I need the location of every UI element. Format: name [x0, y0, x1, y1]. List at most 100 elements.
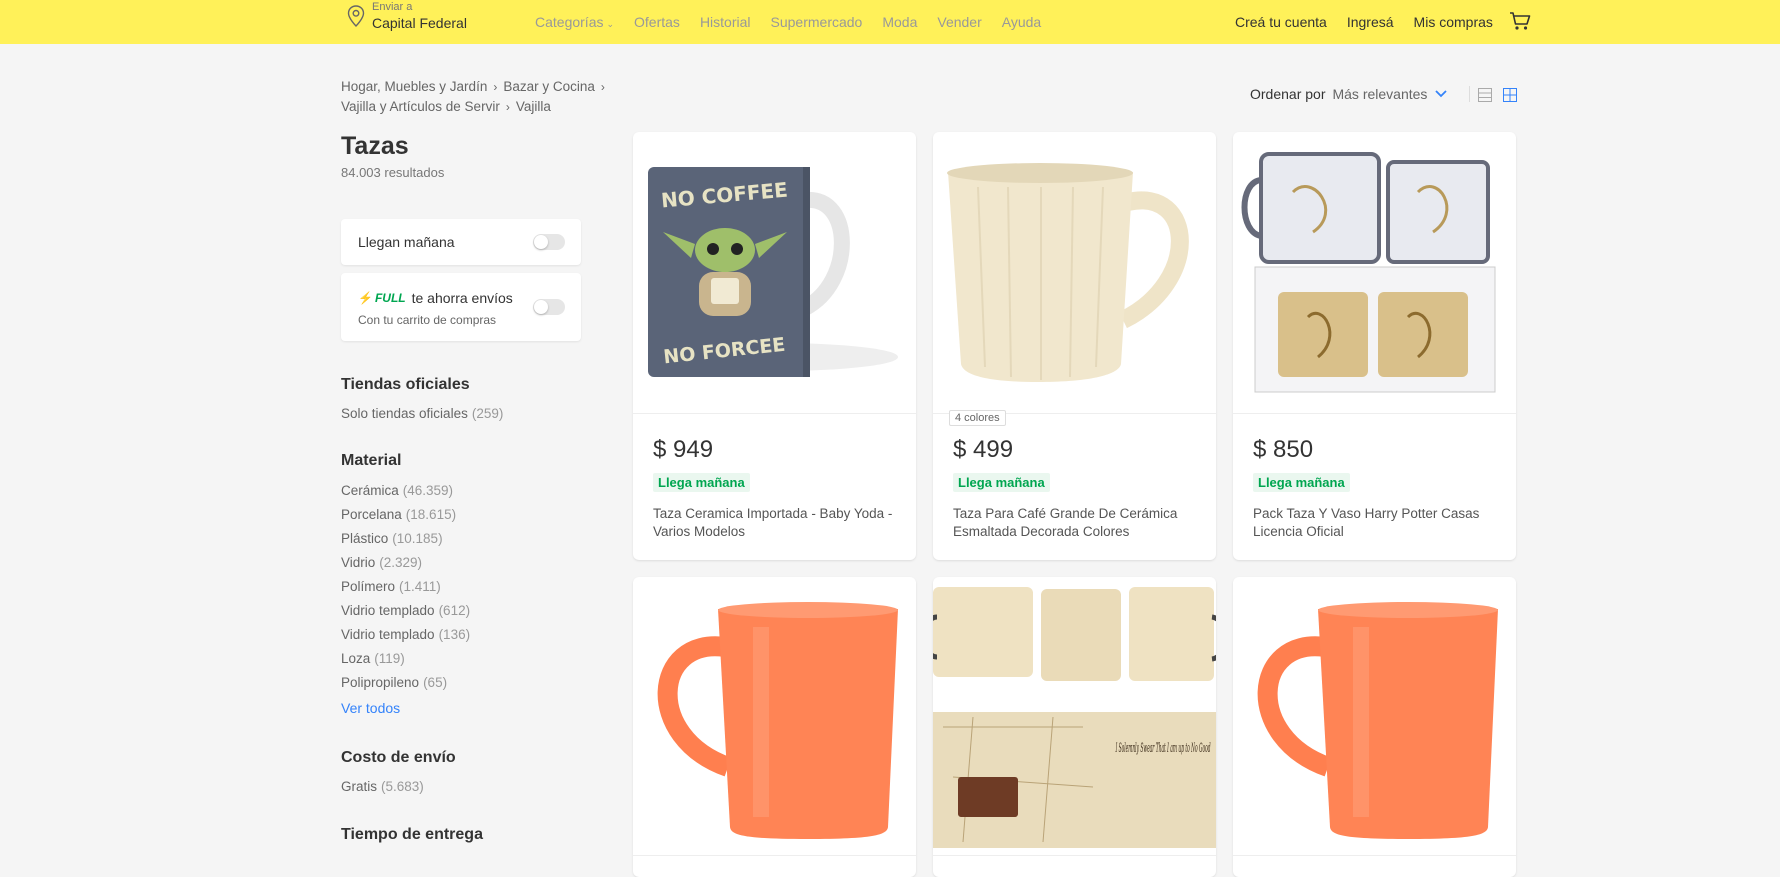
filter-option-count: (136) [438, 627, 471, 642]
filter-option-label: Vidrio [341, 555, 376, 570]
product-card[interactable] [1233, 577, 1516, 877]
chevron-right-icon: › [600, 80, 605, 94]
filter-option-material[interactable]: Loza (119) [341, 651, 405, 666]
nav-help[interactable]: Ayuda [1002, 14, 1041, 30]
chevron-down-icon [1435, 90, 1448, 98]
nav-supermarket[interactable]: Supermercado [771, 14, 863, 30]
nav-categories-label: Categorías [535, 14, 604, 30]
filter-option-material[interactable]: Vidrio templado (136) [341, 627, 470, 642]
filter-heading-official: Tiendas oficiales [341, 376, 470, 393]
filter-option-label: Polímero [341, 579, 396, 594]
filter-option-label: Polipropileno [341, 675, 420, 690]
filter-option-count: (18.615) [405, 507, 457, 522]
cart-icon[interactable] [1509, 11, 1531, 31]
full-badge: FULL [374, 291, 406, 305]
product-image[interactable]: 4 colores [933, 132, 1216, 426]
grid-view-icon[interactable] [1503, 88, 1517, 102]
chevron-down-icon: ⌄ [606, 19, 615, 29]
filter-option-count: (10.185) [392, 531, 443, 546]
product-title[interactable]: Taza Para Café Grande De Cerámica Esmalt… [953, 505, 1198, 541]
filter-option-label: Solo tiendas oficiales [341, 406, 468, 421]
arrives-tomorrow-toggle[interactable] [533, 234, 565, 250]
filter-option-count: (259) [471, 406, 504, 421]
location-value: Capital Federal [372, 15, 467, 31]
delivery-badge: Llega mañana [1253, 473, 1350, 492]
filter-option-material[interactable]: Cerámica (46.359) [341, 483, 453, 498]
product-image[interactable] [1233, 132, 1516, 414]
product-title[interactable]: Taza Ceramica Importada - Baby Yoda - Va… [653, 505, 898, 541]
product-price: $ 949 [653, 436, 714, 463]
product-price: $ 850 [1253, 436, 1314, 463]
delivery-badge: Llega mañana [953, 473, 1050, 492]
orange-mug-image [1257, 602, 1498, 839]
nav-fashion[interactable]: Moda [882, 14, 917, 30]
list-view-icon[interactable] [1478, 88, 1492, 102]
filter-option-count: (119) [374, 651, 405, 666]
main-nav: Categorías ⌄ Ofertas Historial Supermerca… [535, 14, 1041, 30]
filter-option-material[interactable]: Plástico (10.185) [341, 531, 443, 546]
nav-history[interactable]: Historial [700, 14, 751, 30]
filter-option-material[interactable]: Polipropileno (65) [341, 675, 447, 690]
filter-option-label: Gratis [341, 779, 378, 794]
filter-option-material[interactable]: Vidrio (2.329) [341, 555, 422, 570]
divider [1469, 86, 1471, 102]
product-title[interactable]: Pack Taza Y Vaso Harry Potter Casas Lice… [1253, 505, 1498, 541]
product-card[interactable] [633, 577, 916, 877]
colors-tag: 4 colores [949, 410, 1006, 426]
results-count: 84.003 resultados [341, 165, 445, 180]
product-card[interactable]: NO COFFEE NO FORCEE $ 949 Llega mañana T… [633, 132, 916, 560]
filter-option-count: (2.329) [379, 555, 423, 570]
filter-option-count: (46.359) [402, 483, 454, 498]
map-mug-text: I Solemnly Swear That I am up to No Good [1115, 741, 1210, 756]
breadcrumb-item[interactable]: Vajilla y Artículos de Servir [341, 99, 500, 114]
nav-categories[interactable]: Categorías ⌄ [535, 14, 614, 30]
filter-option-material[interactable]: Vidrio templado (612) [341, 603, 470, 618]
sort-control[interactable]: Ordenar por Más relevantes [1250, 86, 1471, 102]
login-link[interactable]: Ingresá [1347, 14, 1394, 30]
breadcrumb: Hogar, Muebles y Jardín › Bazar y Cocina › … [341, 77, 611, 117]
filter-label: Llegan mañana [358, 234, 455, 250]
filter-option-label: Vidrio templado [341, 603, 435, 618]
product-image[interactable]: I Solemnly Swear That I am up to No Good [933, 577, 1216, 856]
product-image[interactable] [1233, 577, 1516, 856]
full-filter-subtitle: Con tu carrito de compras [358, 313, 497, 327]
filter-option-shipping[interactable]: Gratis (5.683) [341, 779, 424, 794]
nav-sell[interactable]: Vender [937, 14, 981, 30]
filter-option-count: (5.683) [381, 779, 424, 794]
chevron-right-icon: › [493, 80, 498, 94]
chevron-right-icon: › [505, 100, 510, 114]
glass-mug-pack-image [1241, 152, 1496, 393]
filter-option-material[interactable]: Polímero (1.411) [341, 579, 441, 594]
filter-option-label: Vidrio templado [341, 627, 435, 642]
sort-value: Más relevantes [1332, 86, 1428, 102]
filter-full-shipping: ⚡ FULL te ahorra envíos Con tu carrito d… [341, 273, 581, 341]
product-card[interactable]: 4 colores $ 499 Llega mañana Taza Para C… [933, 132, 1216, 560]
lightning-icon: ⚡ [358, 291, 373, 305]
orange-mug-image [657, 602, 898, 839]
product-card[interactable]: $ 850 Llega mañana Pack Taza Y Vaso Harr… [1233, 132, 1516, 560]
full-shipping-toggle[interactable] [533, 299, 565, 315]
shipping-location[interactable]: Enviar a Capital Federal [346, 2, 467, 30]
filter-option-count: (1.411) [399, 579, 441, 594]
see-all-link[interactable]: Ver todos [341, 700, 400, 716]
product-card[interactable]: I Solemnly Swear That I am up to No Good [933, 577, 1216, 877]
filter-option-count: (65) [423, 675, 448, 690]
create-account-link[interactable]: Creá tu cuenta [1235, 14, 1327, 30]
breadcrumb-item[interactable]: Hogar, Muebles y Jardín [341, 79, 487, 94]
filter-option-official[interactable]: Solo tiendas oficiales (259) [341, 406, 503, 421]
delivery-badge: Llega mañana [653, 473, 750, 492]
marauders-map-mug-image: I Solemnly Swear That I am up to No Good [933, 587, 1216, 848]
nav-offers[interactable]: Ofertas [634, 14, 680, 30]
my-purchases-link[interactable]: Mis compras [1414, 14, 1493, 30]
breadcrumb-item[interactable]: Bazar y Cocina [503, 79, 595, 94]
product-image[interactable]: NO COFFEE NO FORCEE [633, 132, 916, 414]
filter-option-label: Loza [341, 651, 371, 666]
filter-option-label: Plástico [341, 531, 389, 546]
breadcrumb-item[interactable]: Vajilla [516, 99, 551, 114]
sort-label: Ordenar por [1250, 86, 1326, 102]
toggle-knob [534, 235, 548, 249]
filter-option-label: Porcelana [341, 507, 402, 522]
filter-option-material[interactable]: Porcelana (18.615) [341, 507, 456, 522]
product-image[interactable] [633, 577, 916, 856]
location-label: Enviar a [372, 1, 413, 13]
